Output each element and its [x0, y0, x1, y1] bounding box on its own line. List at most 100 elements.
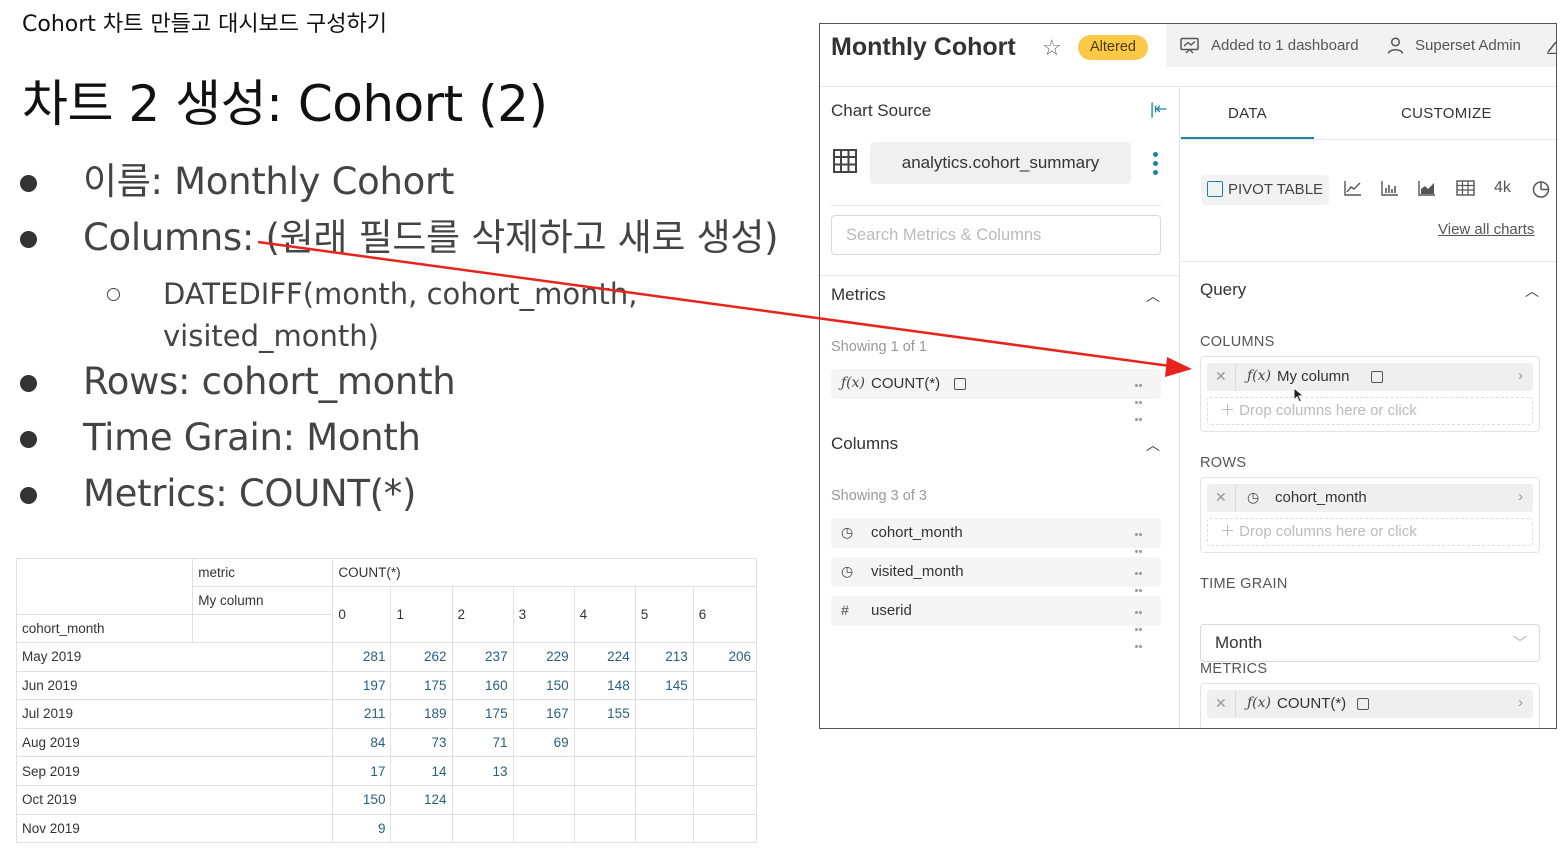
pivot-corner-cell: [15, 558, 194, 615]
columns-showing-count: Showing 3 of 3: [831, 488, 927, 504]
pivot-cell: 189: [390, 699, 453, 729]
pivot-cell: [692, 727, 758, 758]
remove-icon[interactable]: ✕: [1215, 695, 1227, 712]
edit-icon[interactable]: [1546, 37, 1556, 58]
query-section-title[interactable]: Query: [1200, 280, 1246, 300]
pie-chart-icon[interactable]: [1532, 180, 1551, 203]
drag-handle-icon[interactable]: [1135, 376, 1145, 421]
pivot-cell: 150: [332, 784, 392, 815]
pivot-cell: [573, 813, 636, 844]
sub-bullet-text-line1: DATEDIFF(month, cohort_month,: [163, 277, 638, 311]
bar-chart-icon[interactable]: [1381, 180, 1399, 201]
pivot-cell: 155: [573, 699, 636, 729]
bullet-item: Time Grain: Month: [20, 416, 810, 472]
slide-title: 차트 2 생성: Cohort (2): [22, 75, 548, 133]
sub-bullet-item: DATEDIFF(month, cohort_month, visited_mo…: [20, 272, 810, 360]
pivot-cell: 211: [332, 699, 392, 729]
columns-drop-hint[interactable]: ＋ Drop columns here or click: [1207, 397, 1533, 425]
pivot-column-value: 1: [390, 586, 453, 643]
remove-icon[interactable]: ✕: [1215, 368, 1227, 385]
rows-drop-hint[interactable]: ＋ Drop columns here or click: [1207, 518, 1533, 546]
remove-icon[interactable]: ✕: [1215, 489, 1227, 506]
dashboards-link[interactable]: Added to 1 dashboard: [1211, 37, 1359, 54]
pivot-cell: 175: [390, 670, 453, 701]
chart-header: Monthly Cohort ☆ Altered Added to 1 dash…: [820, 24, 1556, 87]
pivot-row-header: May 2019: [15, 642, 334, 672]
metrics-dropzone: ✕ ƒ(x) COUNT(*) ›: [1200, 683, 1540, 728]
pivot-cell: [634, 784, 694, 815]
chevron-up-icon[interactable]: ︿: [1146, 435, 1160, 455]
time-grain-select[interactable]: Month ﹀: [1200, 624, 1540, 662]
chevron-right-icon[interactable]: ›: [1518, 367, 1523, 384]
pivot-cell: [634, 756, 694, 786]
table-row: May 2019 281 262 237 229 224 213 206: [15, 642, 758, 672]
sql-expression-icon: [1357, 698, 1369, 710]
pivot-cell: 160: [451, 670, 514, 701]
pivot-cell: 9: [332, 813, 392, 844]
control-panel: DATA CUSTOMIZE PIVOT TABLE 4k View all c…: [1181, 87, 1556, 728]
pivot-cell: [692, 813, 758, 844]
chevron-right-icon[interactable]: ›: [1518, 488, 1523, 505]
collapse-panel-icon[interactable]: |⇤: [1150, 99, 1168, 119]
pivot-cell: [512, 756, 575, 786]
favorite-star-icon[interactable]: ☆: [1042, 35, 1062, 61]
altered-badge[interactable]: Altered: [1078, 35, 1148, 60]
tab-customize[interactable]: CUSTOMIZE: [1401, 105, 1492, 122]
chevron-right-icon[interactable]: ›: [1518, 694, 1523, 711]
search-metrics-columns-input[interactable]: Search Metrics & Columns: [831, 215, 1161, 255]
dataset-menu-icon[interactable]: [1153, 152, 1159, 176]
owner-name[interactable]: Superset Admin: [1415, 37, 1521, 54]
column-item[interactable]: ◷ visited_month: [831, 557, 1161, 609]
drag-handle-icon[interactable]: [1135, 564, 1145, 609]
clock-icon: ◷: [841, 524, 854, 540]
drag-handle-icon[interactable]: [1135, 603, 1145, 648]
pivot-cell: 262: [390, 642, 453, 672]
bullet-text: 이름: Monthly Cohort: [83, 160, 455, 203]
function-icon: ƒ(x): [1247, 368, 1272, 384]
chevron-up-icon[interactable]: ︿: [1146, 286, 1160, 306]
chart-title[interactable]: Monthly Cohort: [831, 33, 1016, 62]
table-grid-icon: [833, 149, 857, 173]
pivot-column-value: 6: [692, 586, 758, 643]
column-item[interactable]: # userid: [831, 596, 1161, 648]
line-chart-icon[interactable]: [1344, 180, 1362, 201]
drop-hint-label: Drop columns here or click: [1239, 402, 1417, 419]
dataset-name[interactable]: analytics.cohort_summary: [870, 142, 1131, 184]
big-number-icon[interactable]: 4k: [1494, 179, 1511, 197]
viz-pivot-table-button[interactable]: PIVOT TABLE: [1201, 175, 1329, 205]
pivot-cell: [573, 727, 636, 758]
metric-item[interactable]: ƒ(x) COUNT(*): [831, 369, 1161, 421]
columns-pill[interactable]: ✕ ƒ(x) My column ›: [1207, 363, 1533, 391]
viz-pivot-table-label: PIVOT TABLE: [1228, 181, 1324, 198]
metrics-section-title[interactable]: Metrics: [831, 285, 886, 305]
drag-handle-icon[interactable]: [1135, 525, 1145, 570]
pivot-column-value: 0: [332, 586, 392, 643]
table-icon[interactable]: [1456, 180, 1475, 201]
pivot-row-header: Sep 2019: [15, 756, 334, 786]
area-chart-icon[interactable]: [1418, 180, 1436, 201]
pivot-cell: [692, 699, 758, 729]
clock-icon: ◷: [1247, 489, 1260, 505]
pivot-cell: 71: [451, 727, 514, 758]
tab-data[interactable]: DATA: [1228, 105, 1267, 122]
sub-bullet-text-line2: visited_month): [163, 319, 379, 353]
pivot-metric-label: metric: [192, 558, 334, 587]
bullet-text: Rows: cohort_month: [83, 360, 456, 403]
chart-meta-bar: Added to 1 dashboard Superset Admin: [1166, 24, 1556, 67]
pivot-cell: 17: [332, 756, 392, 786]
divider: [1181, 139, 1556, 140]
pivot-row-header: Aug 2019: [15, 727, 334, 758]
sql-expression-icon: [1371, 371, 1383, 383]
metrics-control-label: METRICS: [1200, 661, 1268, 677]
pivot-row-header: Oct 2019: [15, 784, 334, 815]
pivot-cell: [573, 784, 636, 815]
rows-pill[interactable]: ✕ ◷ cohort_month ›: [1207, 484, 1533, 512]
view-all-charts-link[interactable]: View all charts: [1438, 221, 1534, 238]
chevron-up-icon[interactable]: ︿: [1525, 281, 1539, 301]
columns-section-title[interactable]: Columns: [831, 434, 898, 454]
pivot-cell: 14: [390, 756, 453, 786]
pivot-row-header: Jun 2019: [15, 670, 334, 701]
column-item[interactable]: ◷ cohort_month: [831, 518, 1161, 570]
column-item-label: visited_month: [871, 563, 964, 580]
metrics-pill[interactable]: ✕ ƒ(x) COUNT(*) ›: [1207, 690, 1533, 718]
